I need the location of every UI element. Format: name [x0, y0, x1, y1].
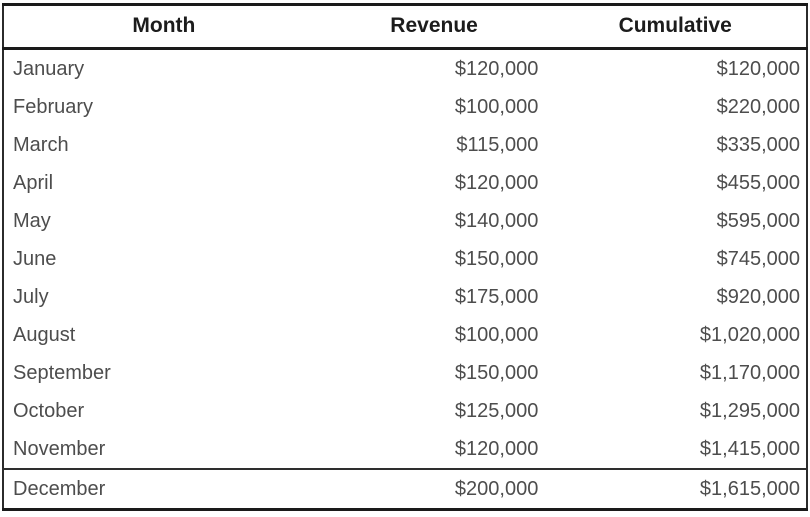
- cell-revenue: $120,000: [323, 430, 545, 469]
- table-row: December $200,000 $1,615,000: [3, 468, 807, 510]
- cell-month: June: [3, 240, 324, 278]
- table-row: May $140,000 $595,000: [3, 202, 807, 240]
- revenue-table: Month Revenue Cumulative January $120,000…: [2, 3, 808, 511]
- cell-cumulative: $1,615,000: [544, 468, 807, 510]
- cell-revenue: $125,000: [323, 392, 545, 430]
- cell-month: July: [3, 278, 324, 316]
- cell-month: February: [3, 88, 324, 126]
- cell-cumulative: $1,295,000: [544, 392, 807, 430]
- table-row: October $125,000 $1,295,000: [3, 392, 807, 430]
- cell-month: August: [3, 316, 324, 354]
- table-header-row: Month Revenue Cumulative: [3, 4, 807, 50]
- revenue-table-container: Month Revenue Cumulative January $120,000…: [0, 3, 810, 517]
- cell-cumulative: $120,000: [544, 48, 807, 88]
- table-header: Month Revenue Cumulative: [3, 4, 807, 50]
- cell-month: December: [3, 468, 324, 510]
- cell-month: September: [3, 354, 324, 392]
- table-row: June $150,000 $745,000: [3, 240, 807, 278]
- cell-revenue: $150,000: [323, 240, 545, 278]
- cell-revenue: $120,000: [323, 48, 545, 88]
- table-row: August $100,000 $1,020,000: [3, 316, 807, 354]
- table-row: September $150,000 $1,170,000: [3, 354, 807, 392]
- cell-cumulative: $1,415,000: [544, 430, 807, 469]
- cell-revenue: $175,000: [323, 278, 545, 316]
- cell-month: November: [3, 430, 324, 469]
- cell-cumulative: $455,000: [544, 164, 807, 202]
- column-header-cumulative: Cumulative: [544, 4, 807, 50]
- cell-month: January: [3, 48, 324, 88]
- column-header-month: Month: [3, 4, 324, 50]
- cell-revenue: $100,000: [323, 316, 545, 354]
- table-row: March $115,000 $335,000: [3, 126, 807, 164]
- cell-cumulative: $1,170,000: [544, 354, 807, 392]
- table-row: July $175,000 $920,000: [3, 278, 807, 316]
- cell-cumulative: $220,000: [544, 88, 807, 126]
- cell-revenue: $115,000: [323, 126, 545, 164]
- table-row: January $120,000 $120,000: [3, 48, 807, 88]
- cell-cumulative: $745,000: [544, 240, 807, 278]
- cell-revenue: $140,000: [323, 202, 545, 240]
- cell-month: April: [3, 164, 324, 202]
- cell-cumulative: $595,000: [544, 202, 807, 240]
- table-row: November $120,000 $1,415,000: [3, 430, 807, 469]
- cell-month: May: [3, 202, 324, 240]
- cell-cumulative: $920,000: [544, 278, 807, 316]
- cell-revenue: $100,000: [323, 88, 545, 126]
- cell-revenue: $150,000: [323, 354, 545, 392]
- cell-month: March: [3, 126, 324, 164]
- table-body: January $120,000 $120,000 February $100,000 $…: [3, 48, 807, 510]
- table-row: April $120,000 $455,000: [3, 164, 807, 202]
- cell-revenue: $200,000: [323, 468, 545, 510]
- cell-cumulative: $1,020,000: [544, 316, 807, 354]
- cell-month: October: [3, 392, 324, 430]
- table-row: February $100,000 $220,000: [3, 88, 807, 126]
- cell-cumulative: $335,000: [544, 126, 807, 164]
- cell-revenue: $120,000: [323, 164, 545, 202]
- column-header-revenue: Revenue: [323, 4, 545, 50]
